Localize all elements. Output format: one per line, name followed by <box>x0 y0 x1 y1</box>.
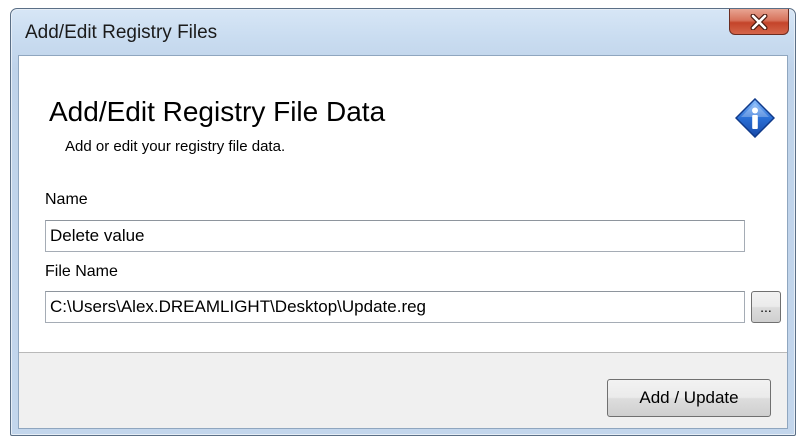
title-bar[interactable]: Add/Edit Registry Files <box>11 9 795 55</box>
footer-panel: Add / Update <box>19 353 787 428</box>
file-name-label: File Name <box>45 263 118 280</box>
form-panel: Name File Name ... <box>19 173 787 353</box>
header-panel: Add/Edit Registry File Data Add or edit … <box>19 56 787 173</box>
browse-button[interactable]: ... <box>751 291 781 323</box>
header-title: Add/Edit Registry File Data <box>49 96 386 127</box>
info-icon <box>735 98 775 138</box>
name-input[interactable] <box>45 220 745 252</box>
header-subtitle: Add or edit your registry file data. <box>65 138 286 155</box>
dialog-client-area: Add/Edit Registry File Data Add or edit … <box>18 55 788 429</box>
window-title: Add/Edit Registry Files <box>25 22 218 43</box>
close-button[interactable] <box>729 9 789 35</box>
file-name-input[interactable] <box>45 291 745 323</box>
name-label: Name <box>45 191 88 208</box>
add-update-button[interactable]: Add / Update <box>607 379 771 417</box>
close-icon <box>750 13 768 30</box>
dialog-window: Add/Edit Registry Files Add/Edit Registr… <box>10 8 796 436</box>
